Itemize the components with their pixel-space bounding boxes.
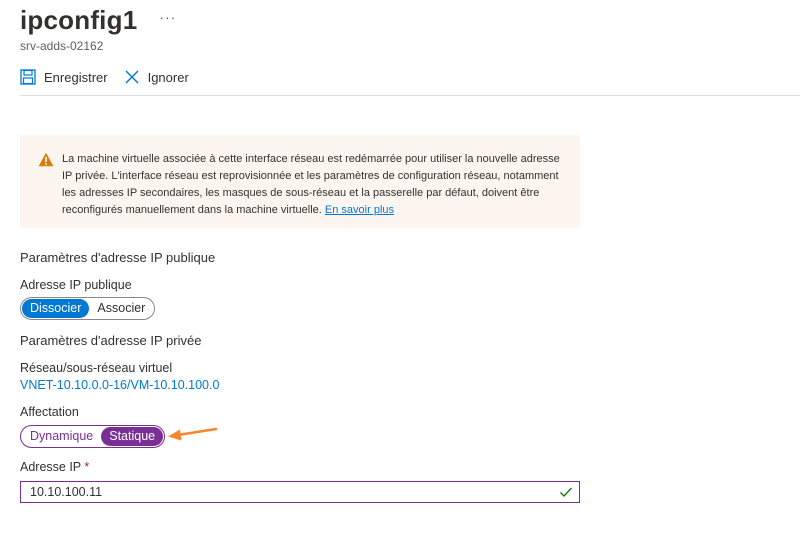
discard-button[interactable]: Ignorer xyxy=(124,66,189,88)
command-bar: Enregistrer Ignorer xyxy=(20,66,800,96)
page-header: ipconfig1 ··· srv-adds-02162 xyxy=(20,4,176,53)
save-label: Enregistrer xyxy=(44,69,108,85)
warning-message: La machine virtuelle associée à cette in… xyxy=(62,151,560,228)
page-title: ipconfig1 xyxy=(20,5,138,35)
required-marker: * xyxy=(84,460,90,474)
learn-more-link[interactable]: En savoir plus xyxy=(325,204,394,216)
warning-icon xyxy=(38,152,54,167)
warning-text: La machine virtuelle associée à cette in… xyxy=(62,153,560,216)
title-row: ipconfig1 ··· xyxy=(20,4,176,36)
vnet-link[interactable]: VNET-10.10.0.0-16/VM-10.10.100.0 xyxy=(20,378,219,392)
ip-address-field[interactable] xyxy=(20,481,580,503)
public-ip-section-title: Paramètres d'adresse IP publique xyxy=(20,250,216,265)
ip-address-label-text: Adresse IP xyxy=(20,460,81,474)
public-ip-label: Adresse IP publique xyxy=(20,278,132,292)
associate-option[interactable]: Associer xyxy=(89,299,153,318)
dissociate-option[interactable]: Dissocier xyxy=(22,299,90,318)
assignment-toggle: Dynamique Statique xyxy=(20,425,166,448)
discard-label: Ignorer xyxy=(147,69,189,85)
check-icon xyxy=(560,487,573,498)
public-ip-toggle: Dissocier Associer xyxy=(20,297,156,320)
save-icon xyxy=(20,69,36,85)
ip-address-label: Adresse IP * xyxy=(20,460,89,474)
private-ip-section-title: Paramètres d'adresse IP privée xyxy=(20,333,202,348)
vnet-label: Réseau/sous-réseau virtuel xyxy=(20,361,173,375)
page-subtitle: srv-adds-02162 xyxy=(20,39,104,53)
warning-banner: La machine virtuelle associée à cette in… xyxy=(20,135,580,228)
more-options-button[interactable]: ··· xyxy=(159,10,176,24)
save-button[interactable]: Enregistrer xyxy=(20,66,108,88)
ip-address-input[interactable] xyxy=(30,485,559,499)
dynamic-option[interactable]: Dynamique xyxy=(22,427,101,446)
assignment-label: Affectation xyxy=(20,405,79,419)
static-option[interactable]: Statique xyxy=(101,427,164,446)
close-icon xyxy=(125,70,139,84)
annotation-arrow xyxy=(168,427,218,441)
